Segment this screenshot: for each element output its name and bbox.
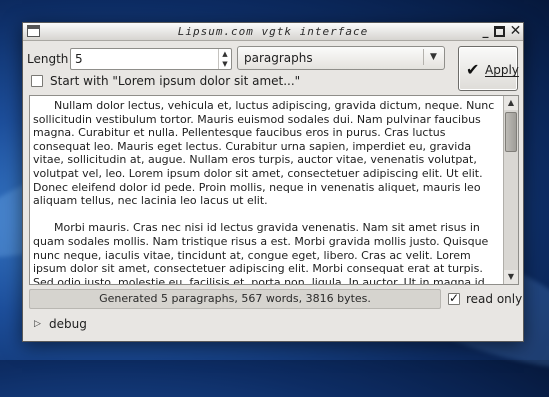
scroll-down-icon[interactable]: ▼	[504, 270, 518, 284]
spin-up-icon[interactable]: ▲	[219, 49, 231, 59]
length-input[interactable]: 5	[70, 48, 232, 70]
lipsum-text[interactable]: Nullam dolor lectus, vehicula et, luctus…	[33, 99, 503, 284]
checkmark-icon: ✔	[466, 60, 480, 79]
window-title: Lipsum.com vgtk interface	[177, 25, 369, 38]
maximize-icon[interactable]	[494, 26, 505, 37]
start-with-checkbox[interactable]	[31, 75, 43, 87]
combo-separator	[423, 49, 424, 65]
apply-button[interactable]: ✔ Apply	[458, 46, 519, 91]
read-only-label[interactable]: read only	[466, 292, 522, 306]
close-icon[interactable]: ✕	[509, 24, 522, 38]
unit-combo-value: paragraphs	[244, 51, 313, 65]
minimize-icon[interactable]: _	[479, 25, 492, 38]
length-spinner[interactable]: ▲ ▼	[218, 49, 231, 69]
spin-down-icon[interactable]: ▼	[219, 59, 231, 69]
lipsum-text-view[interactable]: Nullam dolor lectus, vehicula et, luctus…	[29, 95, 519, 285]
status-bar: Generated 5 paragraphs, 567 words, 3816 …	[29, 289, 441, 309]
vertical-scrollbar[interactable]: ▲ ▼	[503, 96, 518, 284]
apply-button-label: Apply	[485, 63, 519, 77]
scrollbar-thumb[interactable]	[505, 112, 517, 152]
length-label: Length	[27, 52, 69, 66]
chevron-down-icon[interactable]: ▼	[430, 52, 437, 62]
title-bar[interactable]: Lipsum.com vgtk interface _ ✕	[23, 23, 523, 41]
debug-expander-label[interactable]: debug	[49, 317, 87, 331]
start-with-label[interactable]: Start with "Lorem ipsum dolor sit amet..…	[50, 74, 300, 88]
read-only-checkbox[interactable]	[448, 291, 460, 305]
scroll-up-icon[interactable]: ▲	[504, 96, 518, 110]
main-window: Lipsum.com vgtk interface _ ✕ Length 5 ▲…	[22, 22, 524, 342]
unit-combo[interactable]: paragraphs	[237, 46, 445, 70]
triangle-right-icon[interactable]: ▷	[34, 319, 41, 329]
